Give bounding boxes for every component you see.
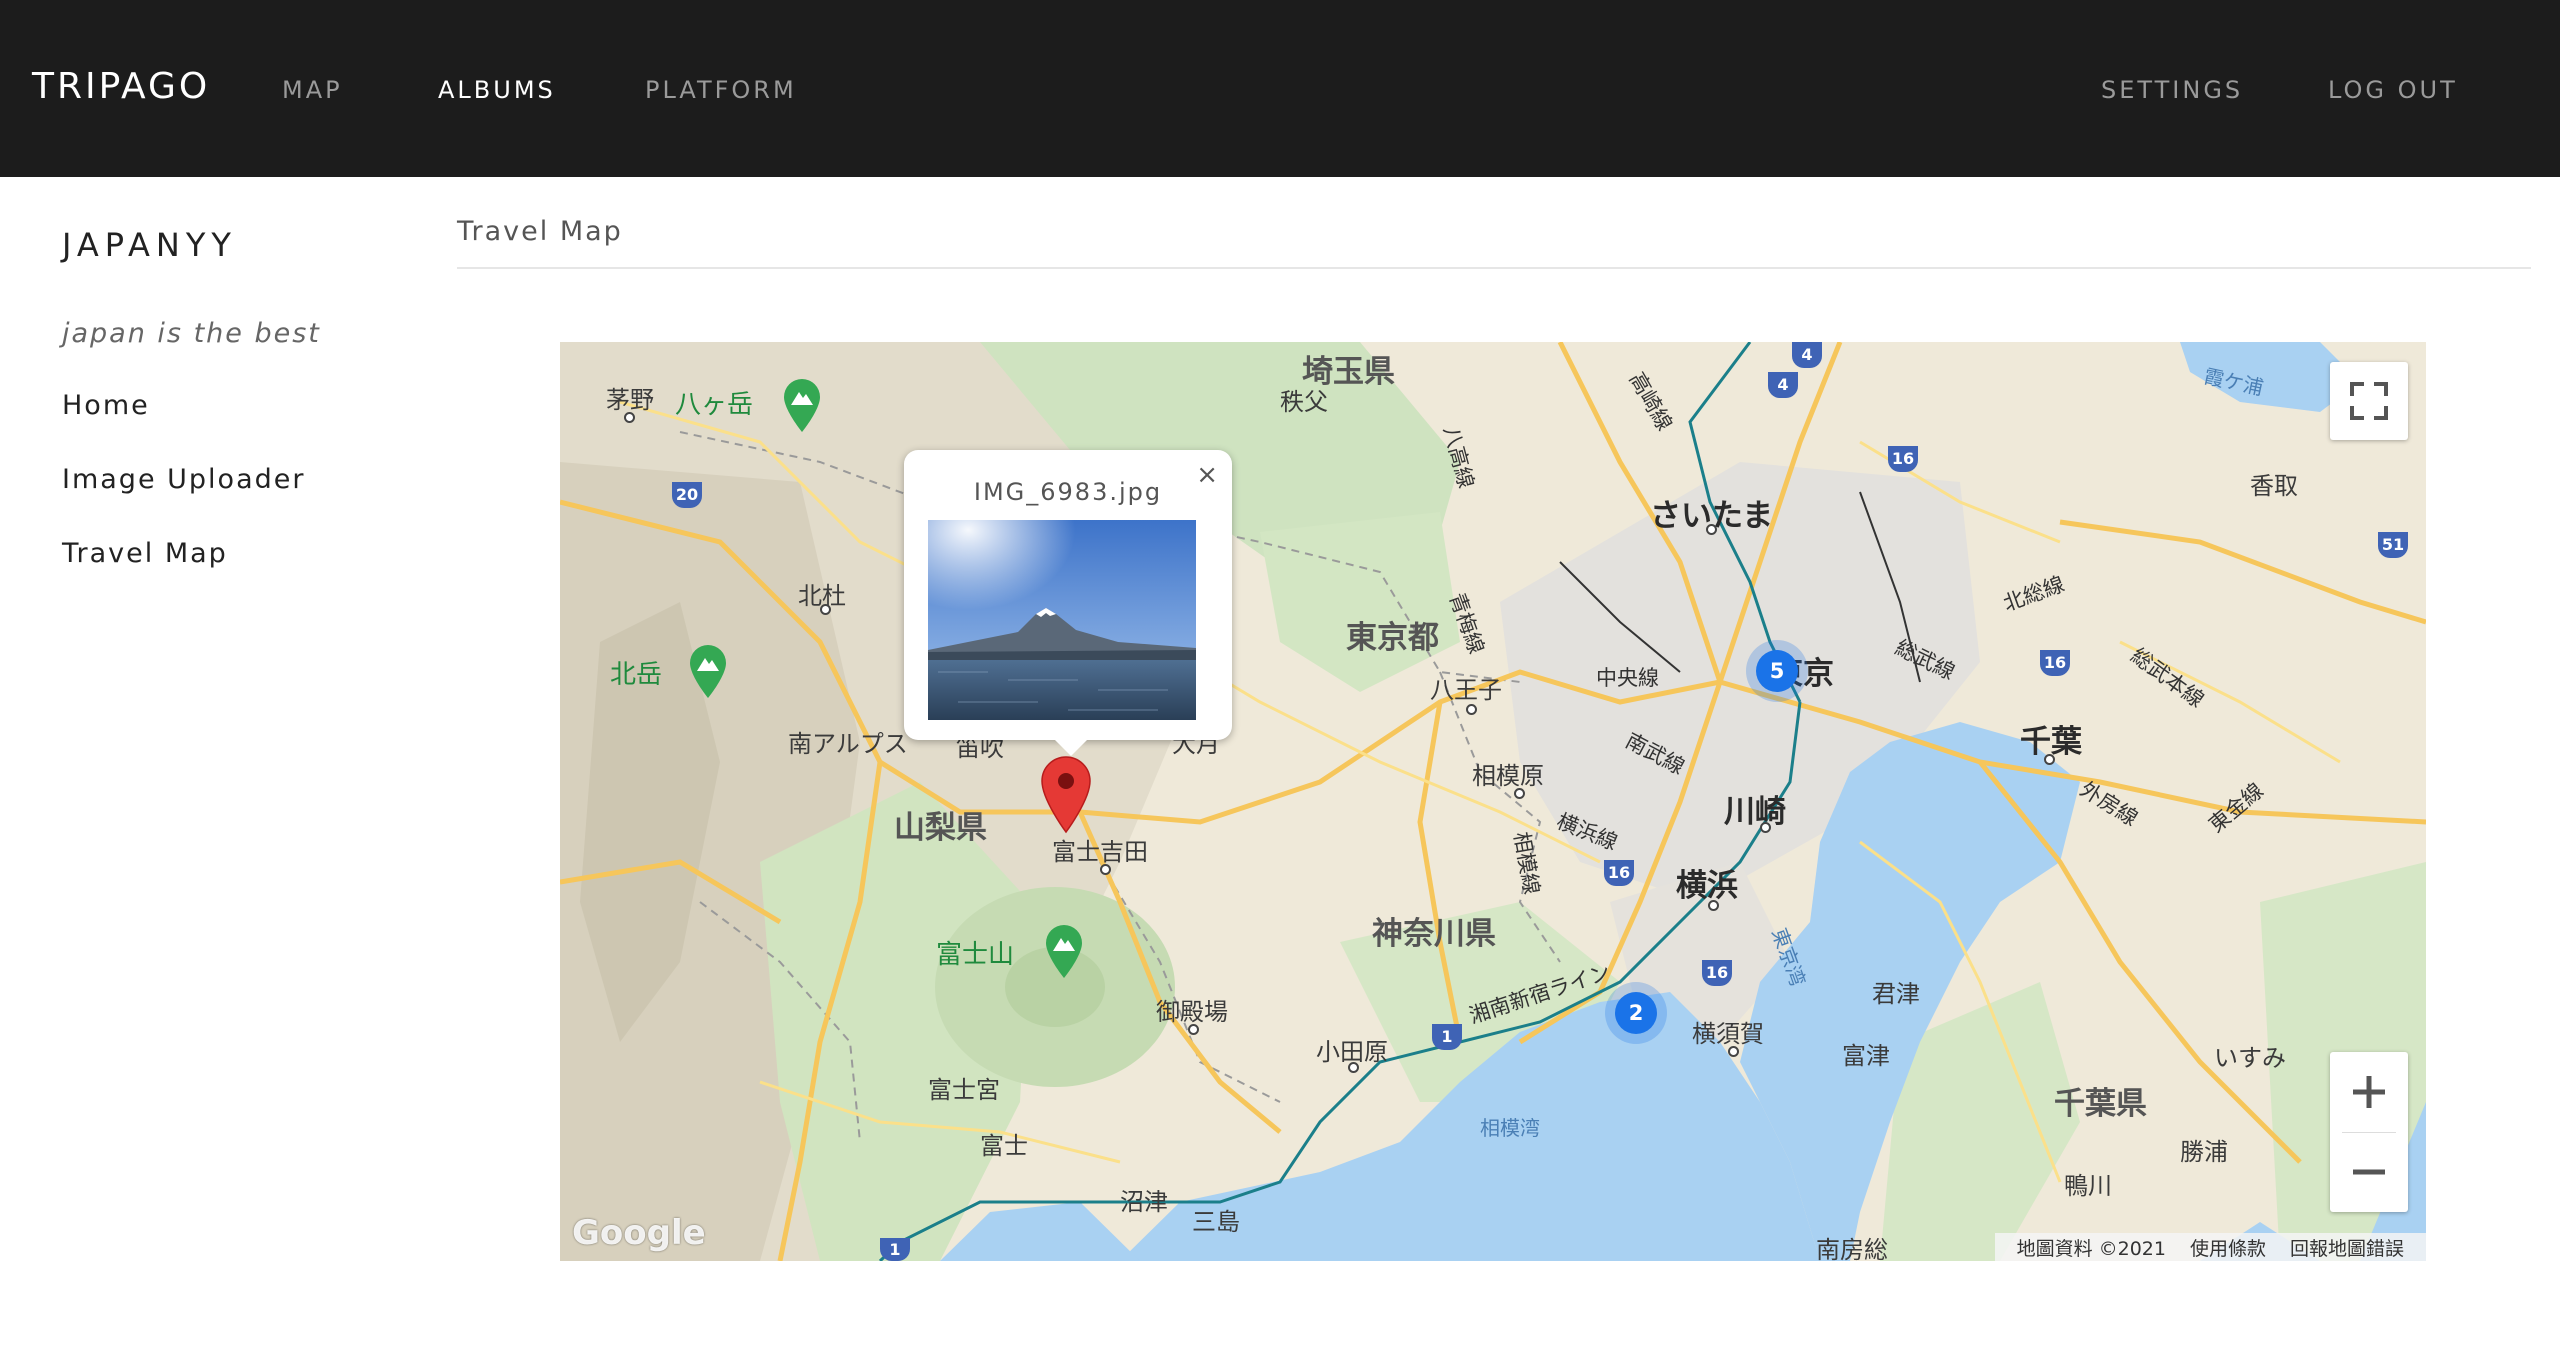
zoom-out-button[interactable]	[2330, 1132, 2408, 1212]
map-label-futtsu: 富津	[1842, 1042, 1890, 1070]
route-shield: 16	[2040, 650, 2070, 676]
map-label-kanagawa-pref: 神奈川県	[1372, 916, 1496, 952]
album-tagline: japan is the best	[62, 318, 321, 349]
city-dot	[1728, 1046, 1739, 1057]
map-label-yokosuka: 横須賀	[1692, 1020, 1764, 1048]
map-label-minami-alps: 南アルプス	[788, 730, 908, 758]
location-pin-icon[interactable]	[1040, 756, 1092, 834]
minus-icon	[2353, 1169, 2385, 1175]
nav-link-albums[interactable]: ALBUMS	[438, 76, 556, 104]
album-title: JAPANYY	[62, 226, 237, 264]
map-label-chichibu: 秩父	[1280, 388, 1328, 416]
map-label-sagamihara: 相模原	[1472, 762, 1544, 790]
route-shield: 20	[672, 482, 702, 508]
popup-photo-thumbnail[interactable]	[928, 520, 1196, 720]
map-data-credit: 地圖資料 ©2021	[2016, 1237, 2166, 1260]
zoom-control	[2330, 1052, 2408, 1212]
map-label-minamiboso: 南房総	[1816, 1236, 1888, 1261]
map-label-chiba-pref: 千葉県	[2054, 1086, 2147, 1122]
map-label-fujisan: 富士山	[936, 940, 1015, 970]
page-title: Travel Map	[457, 216, 623, 247]
cluster-count: 5	[1756, 650, 1798, 692]
fullscreen-icon	[2350, 382, 2388, 420]
city-dot	[1348, 1062, 1359, 1073]
map-label-tokyo-pref: 東京都	[1346, 620, 1439, 656]
route-shield: 1	[880, 1238, 910, 1261]
map-label-kitadake: 北岳	[610, 660, 663, 690]
map-label-kamogawa: 鴨川	[2064, 1172, 2112, 1200]
travel-map[interactable]: 埼玉県 秩父 八ヶ岳 茅野 北杜 北岳 南アルプス 笛吹 大月 山梨県 富士吉田…	[560, 342, 2426, 1261]
title-divider	[457, 267, 2531, 269]
park-marker-icon	[784, 379, 820, 432]
map-label-katori: 香取	[2250, 472, 2298, 500]
park-marker-icon	[1046, 925, 1082, 978]
map-label-yatsugatake: 八ヶ岳	[675, 390, 754, 420]
map-label-numazu: 沼津	[1120, 1188, 1168, 1216]
photo-info-popup: IMG_6983.jpg ×	[904, 450, 1232, 740]
zoom-in-button[interactable]	[2330, 1052, 2408, 1132]
map-label-mishima: 三島	[1192, 1208, 1240, 1236]
route-shield: 16	[1604, 860, 1634, 886]
map-label-fujinomiya: 富士宮	[928, 1076, 1000, 1104]
nav-link-platform[interactable]: PLATFORM	[645, 76, 797, 104]
city-dot	[1706, 524, 1717, 535]
city-dot	[1514, 788, 1525, 799]
sidebar-item-home[interactable]: Home	[62, 390, 150, 421]
photo-cluster-marker[interactable]: 5	[1746, 640, 1808, 702]
city-dot	[1100, 864, 1111, 875]
map-label-katsuura: 勝浦	[2180, 1138, 2228, 1166]
nav-link-settings[interactable]: SETTINGS	[2101, 76, 2243, 104]
map-label-hachioji: 八王子	[1430, 676, 1502, 704]
photo-cluster-marker[interactable]: 2	[1605, 982, 1667, 1044]
map-label-chino: 茅野	[606, 386, 654, 414]
sidebar-item-travel-map[interactable]: Travel Map	[62, 538, 228, 569]
popup-tail	[1053, 738, 1089, 756]
route-shield: 51	[2378, 532, 2408, 558]
brand-logo[interactable]: TRIPAGO	[32, 66, 210, 107]
route-shield: 1	[1432, 1024, 1462, 1050]
fullscreen-button[interactable]	[2330, 362, 2408, 440]
map-label-kisarazu: 君津	[1872, 980, 1920, 1008]
terms-link[interactable]: 使用條款	[2190, 1234, 2266, 1261]
nav-link-logout[interactable]: LOG OUT	[2328, 76, 2458, 104]
map-label-gotemba: 御殿場	[1156, 998, 1228, 1026]
popup-filename: IMG_6983.jpg	[973, 478, 1163, 506]
city-dot	[2044, 754, 2055, 765]
park-marker-icon	[690, 645, 726, 698]
close-icon[interactable]: ×	[1196, 460, 1218, 490]
map-label-isumi: いすみ	[2214, 1044, 2286, 1072]
top-navbar: TRIPAGO MAP ALBUMS PLATFORM SETTINGS LOG…	[0, 0, 2560, 177]
map-label-kawasaki: 川崎	[1724, 794, 1786, 830]
route-shield: 16	[1888, 446, 1918, 472]
map-label-sagami-bay: 相模湾	[1480, 1116, 1540, 1140]
route-shield: 4	[1768, 372, 1798, 398]
plus-icon	[2353, 1076, 2385, 1108]
map-attribution-bar: 地圖資料 ©2021 使用條款 回報地圖錯誤	[1994, 1233, 2426, 1261]
city-dot	[1466, 704, 1477, 715]
google-logo: Google	[572, 1213, 706, 1253]
route-shield: 16	[1702, 960, 1732, 986]
sidebar-item-image-uploader[interactable]: Image Uploader	[62, 464, 305, 495]
cluster-count: 2	[1615, 992, 1657, 1034]
city-dot	[820, 604, 831, 615]
report-error-link[interactable]: 回報地圖錯誤	[2290, 1234, 2404, 1261]
route-shield: 4	[1792, 342, 1822, 368]
city-dot	[1188, 1024, 1199, 1035]
city-dot	[624, 412, 635, 423]
map-label-yamanashi-pref: 山梨県	[894, 810, 987, 846]
map-label-yokohama: 横浜	[1676, 868, 1738, 904]
city-dot	[1760, 822, 1771, 833]
map-label-fuji: 富士	[980, 1132, 1028, 1160]
map-label-chuo-line: 中央線	[1596, 666, 1659, 690]
nav-link-map[interactable]: MAP	[282, 76, 343, 104]
map-label-fujiyoshida: 富士吉田	[1052, 838, 1148, 866]
city-dot	[1708, 900, 1719, 911]
